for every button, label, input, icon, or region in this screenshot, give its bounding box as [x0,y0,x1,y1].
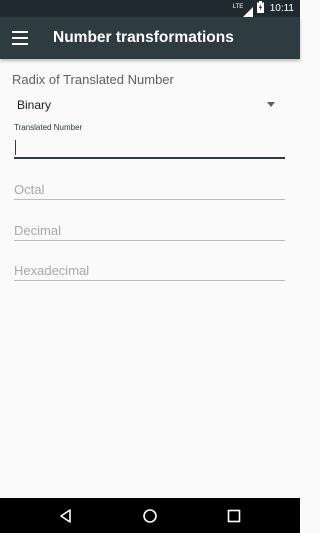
status-icons: LTE 10:11 [233,0,294,18]
battery-icon [256,0,264,18]
hexadecimal-input[interactable] [14,261,285,279]
back-icon[interactable] [58,508,74,524]
dropdown-arrow-icon [267,102,275,107]
translated-number-underline [14,157,285,159]
octal-field[interactable] [14,178,285,202]
octal-input[interactable] [14,180,285,198]
status-clock: 10:11 [269,3,294,14]
translated-number-field[interactable]: Translated Number [14,123,285,161]
recents-icon[interactable] [226,508,242,524]
translated-number-label: Translated Number [14,123,83,132]
hexadecimal-underline [14,280,285,281]
text-cursor [15,140,16,155]
navigation-bar [0,498,300,533]
signal-icon: LTE [233,4,253,17]
translated-number-input[interactable] [14,138,285,156]
hamburger-menu-icon[interactable] [12,31,28,45]
network-type-label: LTE [232,3,244,10]
status-bar: LTE 10:11 [0,0,300,17]
decimal-input[interactable] [14,221,285,239]
decimal-underline [14,240,285,241]
home-icon[interactable] [142,508,158,524]
radix-dropdown[interactable]: Binary [12,94,284,116]
radix-selected-value: Binary [17,98,52,112]
app-bar: Number transformations [0,17,300,59]
hexadecimal-field[interactable] [14,259,285,283]
decimal-field[interactable] [14,219,285,243]
octal-underline [14,199,285,200]
app-title: Number transformations [53,29,234,46]
radix-label: Radix of Translated Number [12,72,174,87]
